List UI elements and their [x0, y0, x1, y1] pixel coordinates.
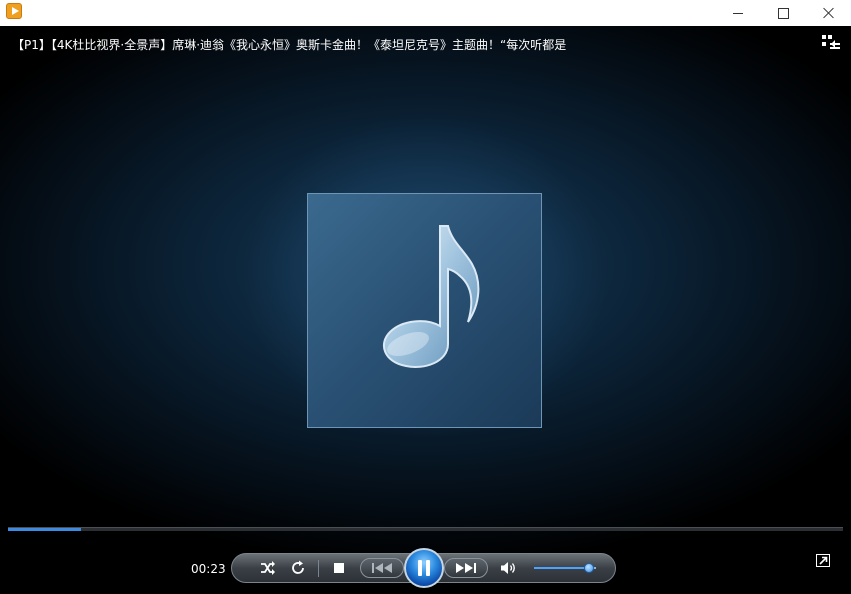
video-stage[interactable]: 【P1】【4K杜比视界·全景声】席琳·迪翁《我心永恒》奥斯卡金曲！《泰坦尼克号》… [0, 26, 851, 594]
title-bar [0, 0, 851, 26]
repeat-button[interactable] [286, 554, 310, 582]
volume-slider[interactable] [534, 563, 596, 573]
minimize-icon [733, 12, 743, 14]
playlist-icon[interactable] [822, 35, 842, 51]
previous-button[interactable] [360, 558, 404, 578]
next-icon [456, 563, 476, 573]
seek-progress [8, 528, 81, 531]
maximize-icon [777, 7, 789, 19]
current-time: 00:23 [191, 562, 226, 576]
volume-button[interactable] [496, 554, 522, 582]
previous-icon [372, 563, 392, 573]
shuffle-icon [261, 561, 275, 575]
close-button[interactable] [806, 0, 851, 26]
stop-button[interactable] [327, 554, 351, 582]
music-note-icon [382, 225, 480, 368]
album-art [307, 193, 542, 428]
stop-icon [334, 563, 344, 573]
volume-level [534, 567, 589, 569]
next-button[interactable] [444, 558, 488, 578]
picture-in-picture-icon[interactable] [816, 554, 830, 567]
video-title: 【P1】【4K杜比视界·全景声】席琳·迪翁《我心永恒》奥斯卡金曲！《泰坦尼克号》… [12, 38, 567, 52]
close-icon [823, 7, 835, 19]
volume-knob[interactable] [584, 563, 594, 573]
shuffle-button[interactable] [256, 554, 280, 582]
pause-button[interactable] [404, 548, 444, 588]
maximize-button[interactable] [760, 0, 806, 26]
repeat-icon [292, 560, 304, 574]
player-icon [6, 3, 22, 19]
pause-icon [416, 560, 432, 576]
volume-icon [501, 562, 515, 574]
seek-bar[interactable] [8, 527, 843, 531]
minimize-button[interactable] [715, 0, 761, 26]
